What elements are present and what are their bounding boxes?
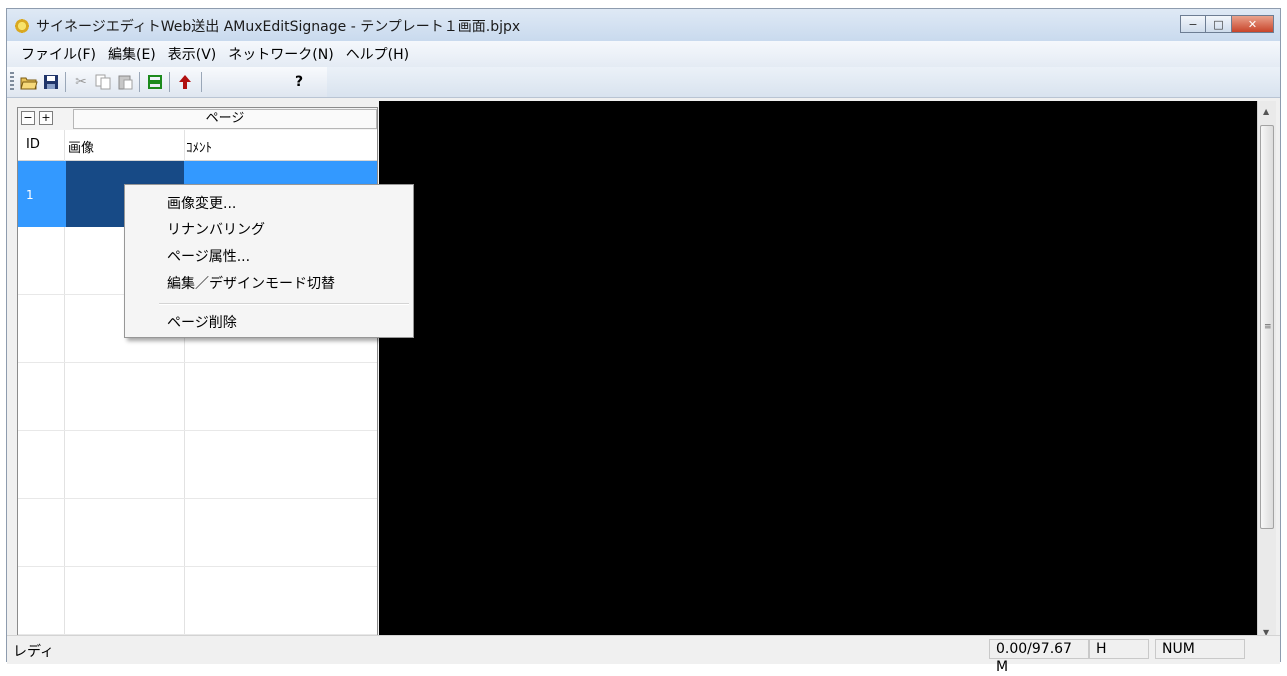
minimize-button[interactable]: − bbox=[1180, 15, 1206, 33]
window-title: サイネージエディトWeb送出 AMuxEditSignage - テンプレート１… bbox=[36, 19, 521, 35]
menu-separator bbox=[159, 303, 409, 305]
preview-canvas[interactable] bbox=[379, 101, 1257, 643]
column-header: ID 画像 ｺﾒﾝﾄ bbox=[18, 130, 377, 161]
toolbar-separator bbox=[139, 72, 140, 92]
grid-line bbox=[18, 362, 377, 363]
send-icon[interactable] bbox=[145, 72, 165, 92]
close-button[interactable]: ✕ bbox=[1232, 15, 1274, 33]
column-image[interactable]: 画像 bbox=[68, 137, 94, 156]
menu-item-change-image[interactable]: 画像変更... bbox=[167, 193, 236, 213]
status-num: NUM bbox=[1155, 639, 1245, 659]
page-pane-header: − + ページ bbox=[18, 108, 377, 131]
help-icon[interactable]: ? bbox=[289, 72, 309, 92]
toolbar-grip[interactable] bbox=[10, 72, 14, 92]
scroll-grip-icon: ≡ bbox=[1264, 322, 1272, 332]
paste-icon[interactable] bbox=[115, 72, 135, 92]
menu-view[interactable]: 表示(V) bbox=[162, 44, 223, 64]
context-menu: 画像変更... リナンバリング ページ属性... 編集／デザインモード切替 ペー… bbox=[124, 184, 414, 338]
scroll-thumb[interactable]: ≡ bbox=[1260, 125, 1274, 529]
menu-help[interactable]: ヘルプ(H) bbox=[340, 44, 415, 64]
scroll-up-icon[interactable]: ▲ bbox=[1263, 107, 1269, 116]
cut-icon[interactable]: ✂ bbox=[71, 72, 91, 92]
menu-item-mode-switch[interactable]: 編集／デザインモード切替 bbox=[167, 273, 335, 293]
menu-item-renumbering[interactable]: リナンバリング bbox=[167, 219, 265, 239]
maximize-button[interactable]: □ bbox=[1206, 15, 1232, 33]
collapse-button[interactable]: − bbox=[21, 111, 35, 125]
toolbar: ✂ ? bbox=[7, 67, 1280, 98]
toolbar-separator bbox=[169, 72, 170, 92]
column-id[interactable]: ID bbox=[26, 137, 40, 152]
menu-item-delete-page[interactable]: ページ削除 bbox=[167, 312, 237, 332]
page-pane-title: ページ bbox=[73, 109, 377, 129]
toolbar-band bbox=[327, 67, 1280, 97]
page-row-id: 1 bbox=[26, 188, 34, 202]
upload-icon[interactable] bbox=[175, 72, 195, 92]
toolbar-separator bbox=[201, 72, 202, 92]
menu-edit[interactable]: 編集(E) bbox=[102, 44, 162, 64]
status-size: 0.00/97.67 M bbox=[989, 639, 1089, 675]
expand-button[interactable]: + bbox=[39, 111, 53, 125]
title-bar[interactable]: サイネージエディトWeb送出 AMuxEditSignage - テンプレート１… bbox=[7, 9, 1280, 41]
menu-bar: ファイル(F) 編集(E) 表示(V) ネットワーク(N) ヘルプ(H) bbox=[7, 41, 1280, 67]
menu-file[interactable]: ファイル(F) bbox=[15, 44, 102, 64]
status-bar: レディ 0.00/97.67 M H NUM bbox=[7, 635, 1280, 675]
menu-network[interactable]: ネットワーク(N) bbox=[222, 44, 339, 64]
menu-item-page-properties[interactable]: ページ属性... bbox=[167, 246, 250, 266]
status-ready: レディ bbox=[13, 644, 55, 660]
copy-icon[interactable] bbox=[93, 72, 113, 92]
grid-line bbox=[18, 498, 377, 499]
caption-buttons: − □ ✕ bbox=[1180, 15, 1274, 33]
status-h: H bbox=[1089, 639, 1149, 659]
open-icon[interactable] bbox=[19, 72, 39, 92]
app-icon bbox=[14, 18, 30, 34]
column-comment[interactable]: ｺﾒﾝﾄ bbox=[186, 137, 212, 156]
save-icon[interactable] bbox=[41, 72, 61, 92]
grid-line bbox=[18, 566, 377, 567]
vertical-scrollbar[interactable]: ▲ ≡ ▼ bbox=[1257, 101, 1276, 643]
grid-line bbox=[18, 430, 377, 431]
toolbar-separator bbox=[65, 72, 66, 92]
